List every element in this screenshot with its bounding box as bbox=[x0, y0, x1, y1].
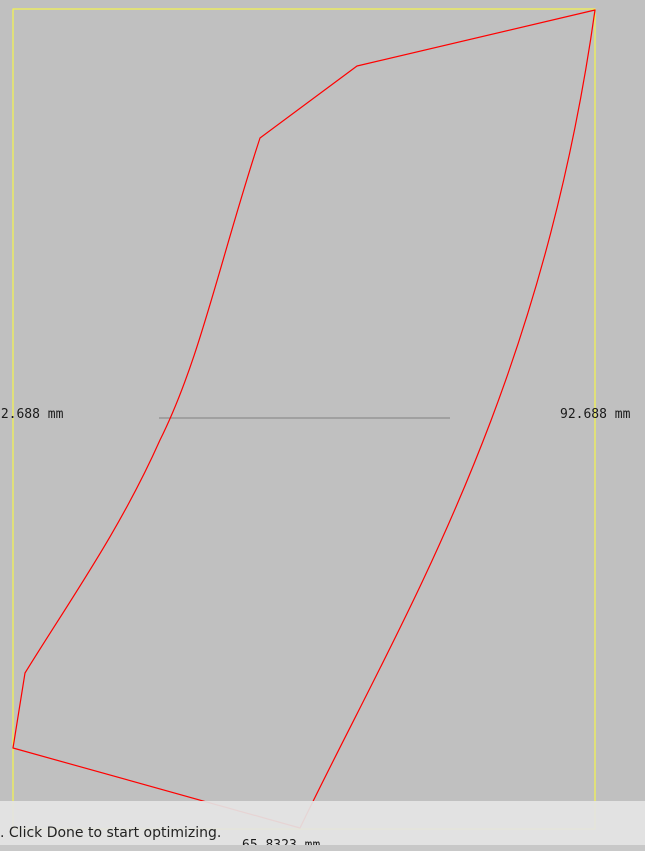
dimension-label-right: 92.688 mm bbox=[560, 407, 631, 422]
dimension-label-left: 92.688 mm bbox=[0, 407, 64, 422]
bounding-box bbox=[12, 8, 596, 830]
part-outline[interactable] bbox=[12, 9, 596, 829]
status-message: . Click Done to start optimizing. bbox=[0, 825, 222, 841]
bottom-border bbox=[0, 845, 645, 851]
canvas-viewport[interactable]: 92.688 mm 92.688 mm . Click Done to star… bbox=[0, 0, 645, 851]
layout-canvas[interactable] bbox=[0, 0, 645, 851]
